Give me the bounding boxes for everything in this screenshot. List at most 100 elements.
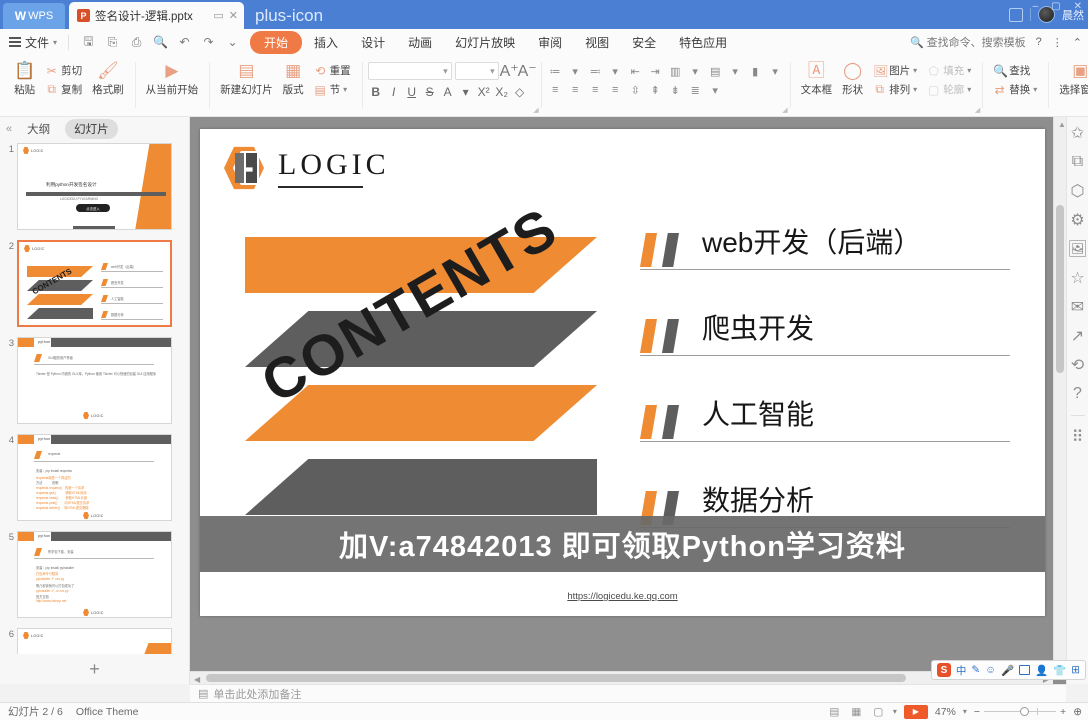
align-text-button[interactable]: ▤ bbox=[707, 63, 724, 79]
strikethrough-button[interactable]: S bbox=[422, 84, 438, 100]
find-button[interactable]: 🔍 查找 bbox=[990, 62, 1040, 79]
ime-toolbox-icon[interactable]: ⊞ bbox=[1071, 664, 1080, 676]
slide-thumbnail-5[interactable]: python 所学包下载、安装 安装：pip install pyinstall… bbox=[17, 531, 172, 618]
file-menu-button[interactable]: 文件 ▾ bbox=[0, 34, 64, 51]
normal-view-icon[interactable]: ▤ bbox=[827, 705, 842, 718]
history-icon[interactable]: ⟲ bbox=[1070, 357, 1086, 374]
tab-security[interactable]: 安全 bbox=[621, 31, 667, 54]
paragraph-dialog-launcher-icon[interactable]: ◢ bbox=[782, 106, 787, 114]
ime-mode-label[interactable]: 中 bbox=[956, 663, 967, 678]
bold-button[interactable]: B bbox=[368, 84, 384, 100]
align-text-dropdown-icon[interactable]: ▾ bbox=[727, 63, 744, 79]
text-direction-dropdown-icon[interactable]: ▾ bbox=[687, 63, 704, 79]
section-button[interactable]: ▤ 节 ▾ bbox=[311, 81, 354, 98]
slide-thumbnail-1[interactable]: LOGIC 利用python开发签名设计 LOGICEDU PYLEARNING… bbox=[17, 143, 172, 230]
underline-button[interactable]: U bbox=[404, 84, 420, 100]
duplicate-icon[interactable]: ⧉ bbox=[1070, 153, 1086, 170]
line-spacing-button[interactable]: ≣ bbox=[687, 82, 704, 98]
grid-apps-icon[interactable]: ⠿ bbox=[1070, 429, 1086, 446]
theme-name-label[interactable]: Office Theme bbox=[76, 706, 139, 718]
replace-button[interactable]: ⇄ 替换 ▾ bbox=[990, 81, 1040, 98]
outline-button[interactable]: ▢ 轮廓 ▾ bbox=[924, 81, 974, 98]
line-spacing-dropdown-icon[interactable]: ▾ bbox=[707, 82, 724, 98]
cut-button[interactable]: ✂ 剪切 bbox=[42, 62, 85, 79]
help-icon[interactable]: ? bbox=[1070, 385, 1086, 402]
ime-account-icon[interactable]: 👤 bbox=[1035, 664, 1048, 677]
tab-featured-apps[interactable]: 特色应用 bbox=[668, 31, 738, 54]
new-tab-icon[interactable]: plus-icon bbox=[255, 6, 323, 26]
slide-thumbnail-2[interactable]: LOGIC CONTENTS web开发（后端） 爬虫开发 人工智能 数据分析 bbox=[17, 240, 172, 327]
align-right-button[interactable]: ≡ bbox=[587, 82, 604, 98]
tab-slideshow[interactable]: 幻灯片放映 bbox=[444, 31, 526, 54]
zoom-out-button[interactable]: − bbox=[974, 706, 980, 718]
customize-qat-icon[interactable]: ⌄ bbox=[225, 35, 240, 50]
print-icon[interactable]: ⎙ bbox=[129, 35, 144, 50]
agenda-item-1[interactable]: web开发（后端） bbox=[640, 219, 1020, 305]
ime-emoji-icon[interactable]: ☺ bbox=[985, 664, 996, 676]
save-icon[interactable]: 🖫 bbox=[81, 34, 96, 50]
ime-skin-icon[interactable]: 👕 bbox=[1053, 664, 1066, 677]
tab-design[interactable]: 设计 bbox=[350, 31, 396, 54]
agenda-item-2[interactable]: 爬虫开发 bbox=[640, 305, 1020, 391]
distribute-button[interactable]: ⇳ bbox=[627, 82, 644, 98]
paste-button[interactable]: 📋 粘贴 bbox=[9, 59, 40, 99]
sogou-logo-icon[interactable]: S bbox=[936, 663, 951, 677]
zoom-in-button[interactable]: + bbox=[1060, 706, 1066, 718]
undo-icon[interactable]: ↶ bbox=[177, 35, 192, 50]
collapse-panel-icon[interactable]: « bbox=[6, 123, 12, 135]
restore-down-icon[interactable]: ▭ bbox=[213, 9, 223, 22]
shape-button[interactable]: ◯ 形状 bbox=[837, 59, 868, 99]
tab-start[interactable]: 开始 bbox=[250, 30, 303, 54]
selection-pane-button[interactable]: ▣ 选择窗格 bbox=[1054, 59, 1088, 99]
sogou-ime-toolbar[interactable]: S 中 ✎ ☺ 🎤 👤 👕 ⊞ bbox=[930, 660, 1086, 680]
font-family-select[interactable]: ▾ bbox=[367, 62, 452, 80]
align-left-button[interactable]: ≡ bbox=[547, 82, 564, 98]
list-item[interactable]: 4 python requests 安装：pip install request… bbox=[4, 434, 181, 521]
close-tab-icon[interactable]: ✕ bbox=[229, 9, 238, 22]
bullet-list-button[interactable]: ≔ bbox=[547, 63, 564, 79]
save-as-icon[interactable]: ⎘ bbox=[105, 35, 120, 50]
slide-thumbnail-3[interactable]: python GUI图形用户界面 Tkinter 是 Python 内置的 GU… bbox=[17, 337, 172, 424]
redo-icon[interactable]: ↷ bbox=[201, 35, 216, 50]
line-spacing-up-button[interactable]: ⇞ bbox=[647, 82, 664, 98]
format-painter-button[interactable]: 🖌 格式刷 bbox=[87, 59, 129, 99]
horizontal-scrollbar[interactable]: ◀ ▶ bbox=[190, 671, 1053, 684]
help-icon[interactable]: ? bbox=[1036, 36, 1042, 48]
shrink-font-icon[interactable]: A⁻ bbox=[518, 63, 537, 80]
design-ideas-icon[interactable]: ✩ bbox=[1070, 125, 1086, 142]
scrollbar-thumb[interactable] bbox=[1056, 205, 1064, 373]
decrease-indent-button[interactable]: ⇤ bbox=[627, 63, 644, 79]
mail-icon[interactable]: ✉ bbox=[1070, 299, 1086, 316]
slide-logo[interactable]: LOGIC bbox=[224, 146, 390, 190]
close-window-button[interactable]: ✕ bbox=[1074, 1, 1082, 12]
font-color-dropdown-icon[interactable]: ▾ bbox=[458, 84, 474, 100]
more-options-icon[interactable]: ⋮ bbox=[1052, 36, 1063, 49]
notes-pane[interactable]: ▤ 单击此处添加备注 bbox=[190, 684, 1066, 702]
ime-punctuation-icon[interactable]: ✎ bbox=[971, 664, 980, 676]
favorite-icon[interactable]: ☆ bbox=[1070, 270, 1086, 287]
picture-button[interactable]: 🖼 图片 ▾ bbox=[870, 62, 920, 79]
wps-home-tab[interactable]: W WPS bbox=[3, 3, 65, 29]
new-document-icon[interactable] bbox=[1009, 7, 1023, 22]
arrange-button[interactable]: ⧉ 排列 ▾ bbox=[870, 81, 920, 98]
add-slide-button[interactable]: + bbox=[0, 656, 189, 682]
slide-thumbnail-6[interactable]: LOGIC THANK YOU bbox=[17, 628, 172, 654]
tab-slides[interactable]: 幻灯片 bbox=[65, 119, 118, 139]
agenda-item-3[interactable]: 人工智能 bbox=[640, 391, 1020, 477]
tab-review[interactable]: 审阅 bbox=[527, 31, 573, 54]
font-color-button[interactable]: A bbox=[440, 84, 456, 100]
increase-indent-button[interactable]: ⇥ bbox=[647, 63, 664, 79]
slide-thumbnail-4[interactable]: python requests 安装：pip install requests … bbox=[17, 434, 172, 521]
list-item[interactable]: 3 python GUI图形用户界面 Tkinter 是 Python 内置的 … bbox=[4, 337, 181, 424]
list-item[interactable]: 2 LOGIC CONTENTS web开发（后端） 爬虫开发 人工智能 数据分… bbox=[4, 240, 181, 327]
grow-font-icon[interactable]: A⁺ bbox=[500, 63, 519, 80]
columns-button[interactable]: ▮ bbox=[747, 63, 764, 79]
fill-button[interactable]: ⬠ 填充 ▾ bbox=[924, 62, 974, 79]
justify-button[interactable]: ≡ bbox=[607, 82, 624, 98]
text-box-button[interactable]: 🄰 文本框 bbox=[796, 59, 838, 99]
share-out-icon[interactable]: ↗ bbox=[1070, 328, 1086, 345]
print-preview-icon[interactable]: 🔍 bbox=[153, 35, 168, 50]
slide-agenda-list[interactable]: web开发（后端） 爬虫开发 人工智能 数据分析 bbox=[640, 219, 1020, 563]
numbered-list-button[interactable]: ≕ bbox=[587, 63, 604, 79]
line-spacing-down-button[interactable]: ⇟ bbox=[667, 82, 684, 98]
